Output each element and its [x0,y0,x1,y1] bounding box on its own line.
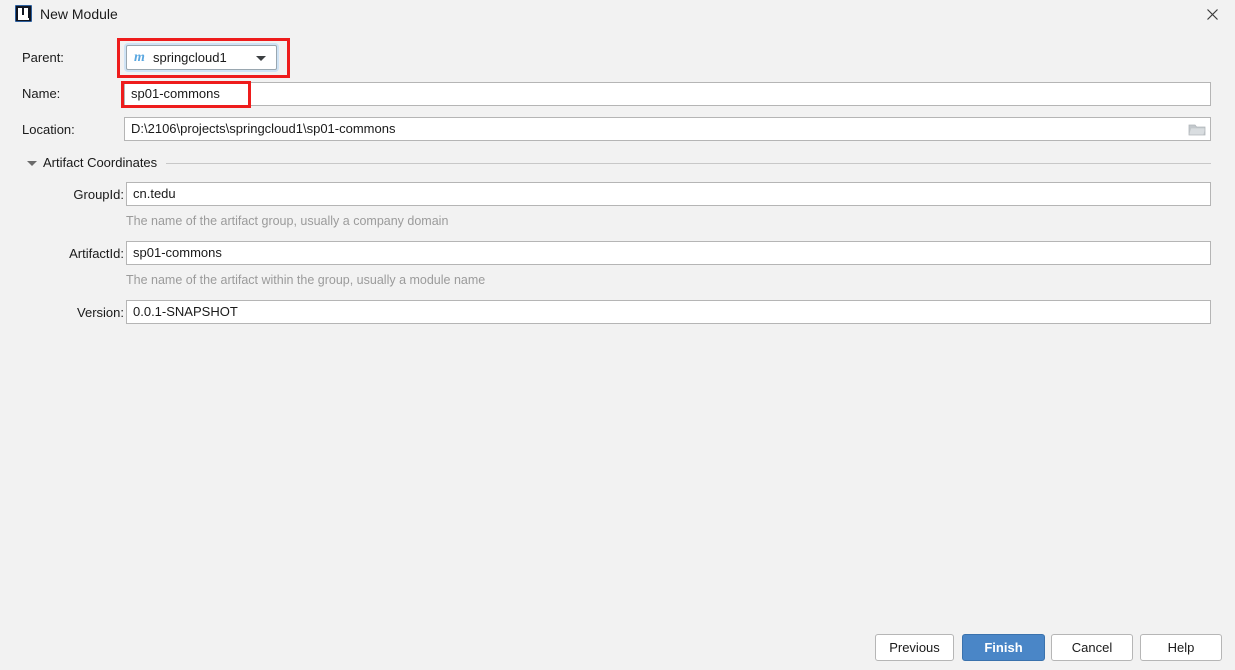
maven-module-icon: m [134,50,145,65]
artifact-id-label: ArtifactId: [69,246,124,261]
group-id-label: GroupId: [73,187,124,202]
dialog-title: New Module [40,6,118,22]
help-button[interactable]: Help [1140,634,1222,661]
name-label: Name: [22,86,61,101]
artifact-coordinates-section-header[interactable]: Artifact Coordinates [0,153,1235,173]
name-input[interactable]: sp01-commons [124,82,1211,106]
artifact-id-input[interactable]: sp01-commons [126,241,1211,265]
version-label: Version: [77,305,124,320]
artifact-coordinates-title: Artifact Coordinates [43,154,164,171]
folder-icon[interactable] [1188,122,1206,137]
group-id-input[interactable]: cn.tedu [126,182,1211,206]
chevron-down-icon[interactable] [256,56,266,61]
artifact-id-hint: The name of the artifact within the grou… [126,273,486,287]
group-id-hint: The name of the artifact group, usually … [126,214,449,228]
cancel-button[interactable]: Cancel [1051,634,1133,661]
location-label: Location: [22,122,75,137]
parent-label: Parent: [22,50,64,65]
dialog-titlebar: New Module [0,0,1235,28]
version-input[interactable]: 0.0.1-SNAPSHOT [126,300,1211,324]
parent-selected-value: springcloud1 [153,50,227,65]
triangle-down-icon[interactable] [27,161,37,166]
parent-dropdown[interactable]: m springcloud1 [126,45,277,70]
location-input[interactable]: D:\2106\projects\springcloud1\sp01-commo… [124,117,1211,141]
close-icon[interactable] [1189,0,1235,28]
intellij-idea-icon [15,5,32,22]
previous-button[interactable]: Previous [875,634,954,661]
finish-button[interactable]: Finish [962,634,1045,661]
location-input-value: D:\2106\projects\springcloud1\sp01-commo… [131,121,396,136]
section-divider [166,163,1211,164]
